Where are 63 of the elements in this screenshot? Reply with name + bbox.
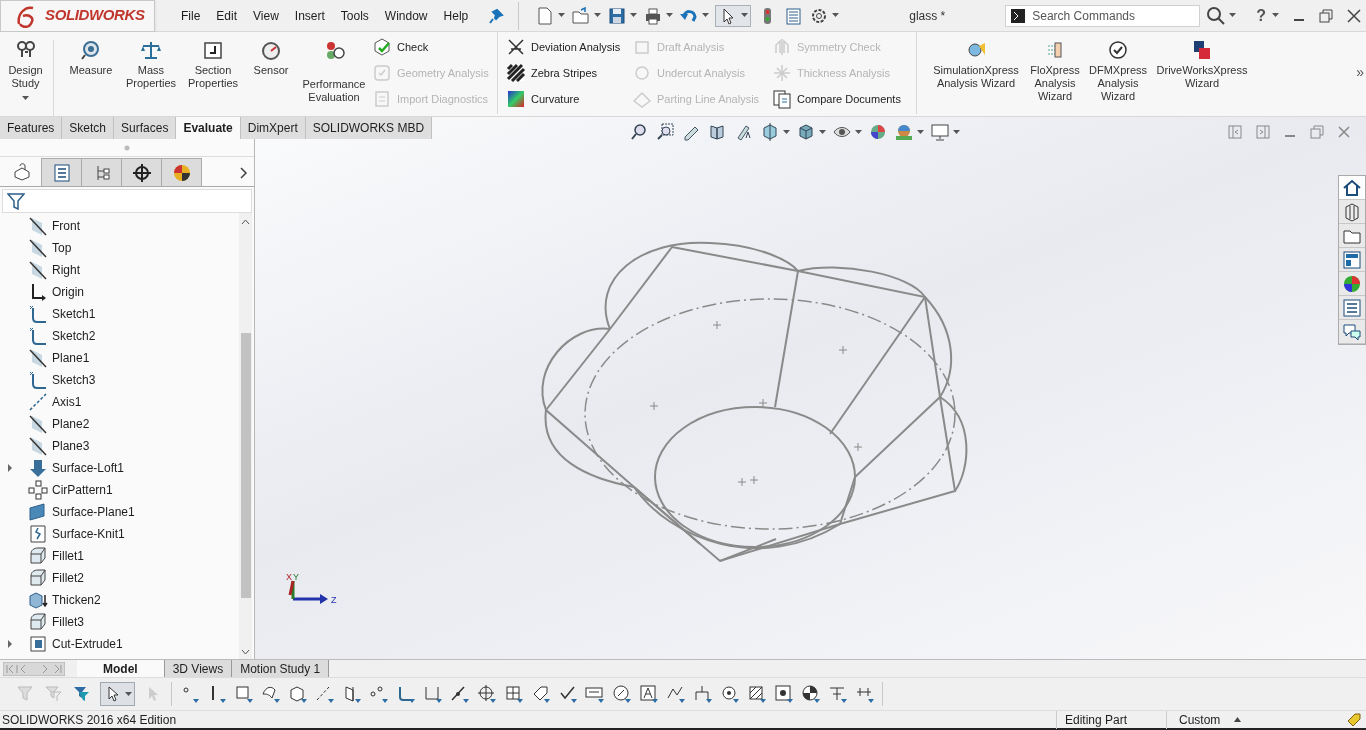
bottom-tab[interactable]: 3D Views bbox=[164, 659, 233, 678]
tree-item[interactable]: Surface-Knit1 bbox=[52, 525, 125, 543]
ribbon-tab[interactable]: Features bbox=[0, 117, 63, 139]
search-field[interactable]: Search Commands bbox=[1005, 4, 1201, 27]
ribbon-command[interactable]: Zebra Stripes bbox=[506, 62, 628, 84]
ribbon-button[interactable]: Section Properties bbox=[184, 40, 242, 90]
menu-item[interactable]: View bbox=[247, 4, 285, 27]
tree-item[interactable]: Sketch2 bbox=[52, 327, 96, 345]
tree-item[interactable]: Top bbox=[52, 239, 72, 257]
ribbon-button[interactable]: DFMXpress Analysis Wizard bbox=[1089, 40, 1147, 103]
ribbon-tab[interactable]: SOLIDWORKS MBD bbox=[305, 117, 433, 139]
menu-item[interactable]: Help bbox=[437, 4, 475, 27]
ribbon-command[interactable]: Deviation Analysis bbox=[506, 36, 628, 58]
bottom-tab[interactable]: Model bbox=[77, 659, 165, 678]
ribbon-button[interactable]: Mass Properties bbox=[124, 40, 178, 90]
tree-item[interactable]: Right bbox=[52, 261, 80, 279]
tree-item[interactable]: Origin bbox=[52, 283, 84, 301]
tree-item[interactable]: Plane3 bbox=[52, 437, 90, 455]
ribbon-button[interactable]: Measure bbox=[64, 40, 118, 77]
tree-item[interactable]: Sketch3 bbox=[52, 371, 96, 389]
ribbon-tab[interactable]: Sketch bbox=[62, 117, 115, 139]
menu-item[interactable]: Edit bbox=[210, 4, 244, 27]
axis-label: X bbox=[286, 572, 292, 582]
tree-item[interactable]: Thicken2 bbox=[52, 591, 101, 609]
tree-item[interactable]: Surface-Loft1 bbox=[52, 459, 125, 477]
tree-item[interactable]: Front bbox=[52, 217, 80, 235]
ribbon-button[interactable]: FloXpress Analysis Wizard bbox=[1029, 40, 1081, 103]
ribbon-command[interactable]: Compare Documents bbox=[772, 88, 914, 110]
menu-item[interactable]: File bbox=[175, 4, 207, 27]
ribbon-tab[interactable]: Evaluate bbox=[176, 117, 241, 139]
ribbon-button[interactable]: Sensor bbox=[248, 40, 294, 77]
more-button[interactable]: » bbox=[1356, 62, 1364, 83]
tree-item[interactable]: Cut-Extrude1 bbox=[52, 635, 123, 653]
tree-item[interactable]: Axis1 bbox=[52, 393, 82, 411]
ribbon-button[interactable]: SimulationXpress Analysis Wizard bbox=[931, 40, 1021, 90]
tree-item[interactable]: Plane1 bbox=[52, 349, 90, 367]
tree-item[interactable]: Fillet2 bbox=[52, 569, 84, 587]
ribbon-button[interactable]: DriveWorksXpress Wizard bbox=[1155, 40, 1249, 90]
ribbon-tab[interactable]: Surfaces bbox=[114, 117, 177, 139]
ribbon-command[interactable]: Check bbox=[372, 36, 497, 58]
axis-label: Y bbox=[293, 572, 299, 582]
ribbon-command[interactable]: Curvature bbox=[506, 88, 628, 110]
axis-label: Z bbox=[331, 595, 337, 605]
ribbon-tab[interactable]: DimXpert bbox=[240, 117, 306, 139]
document-title: glass * bbox=[909, 7, 946, 25]
tree-item[interactable]: Fillet1 bbox=[52, 547, 84, 565]
menu-item[interactable]: Insert bbox=[288, 4, 331, 27]
ribbon-button[interactable]: Design Study bbox=[6, 40, 54, 116]
logo-badge[interactable]: SOLIDWORKS bbox=[0, 0, 155, 32]
menu-item[interactable]: Window bbox=[378, 4, 434, 27]
ribbon-button[interactable]: Performance Evaluation bbox=[300, 40, 368, 104]
status-text: SOLIDWORKS 2016 x64 Edition bbox=[2, 711, 177, 729]
bottom-tab[interactable]: Motion Study 1 bbox=[232, 659, 330, 678]
units-dropdown[interactable]: Custom bbox=[1179, 710, 1221, 729]
help-button[interactable]: ? bbox=[1256, 3, 1267, 28]
tree-item[interactable]: Surface-Plane1 bbox=[52, 503, 135, 521]
tree-item[interactable]: Sketch1 bbox=[52, 305, 96, 323]
logo-text: SOLIDWORKS bbox=[45, 5, 145, 26]
tree-item[interactable]: CirPattern1 bbox=[52, 481, 113, 499]
status-text: Editing Part bbox=[1056, 710, 1166, 729]
menu-item[interactable]: Tools bbox=[334, 4, 375, 27]
tree-item[interactable]: Fillet3 bbox=[52, 613, 84, 631]
tree-item[interactable]: Plane2 bbox=[52, 415, 90, 433]
